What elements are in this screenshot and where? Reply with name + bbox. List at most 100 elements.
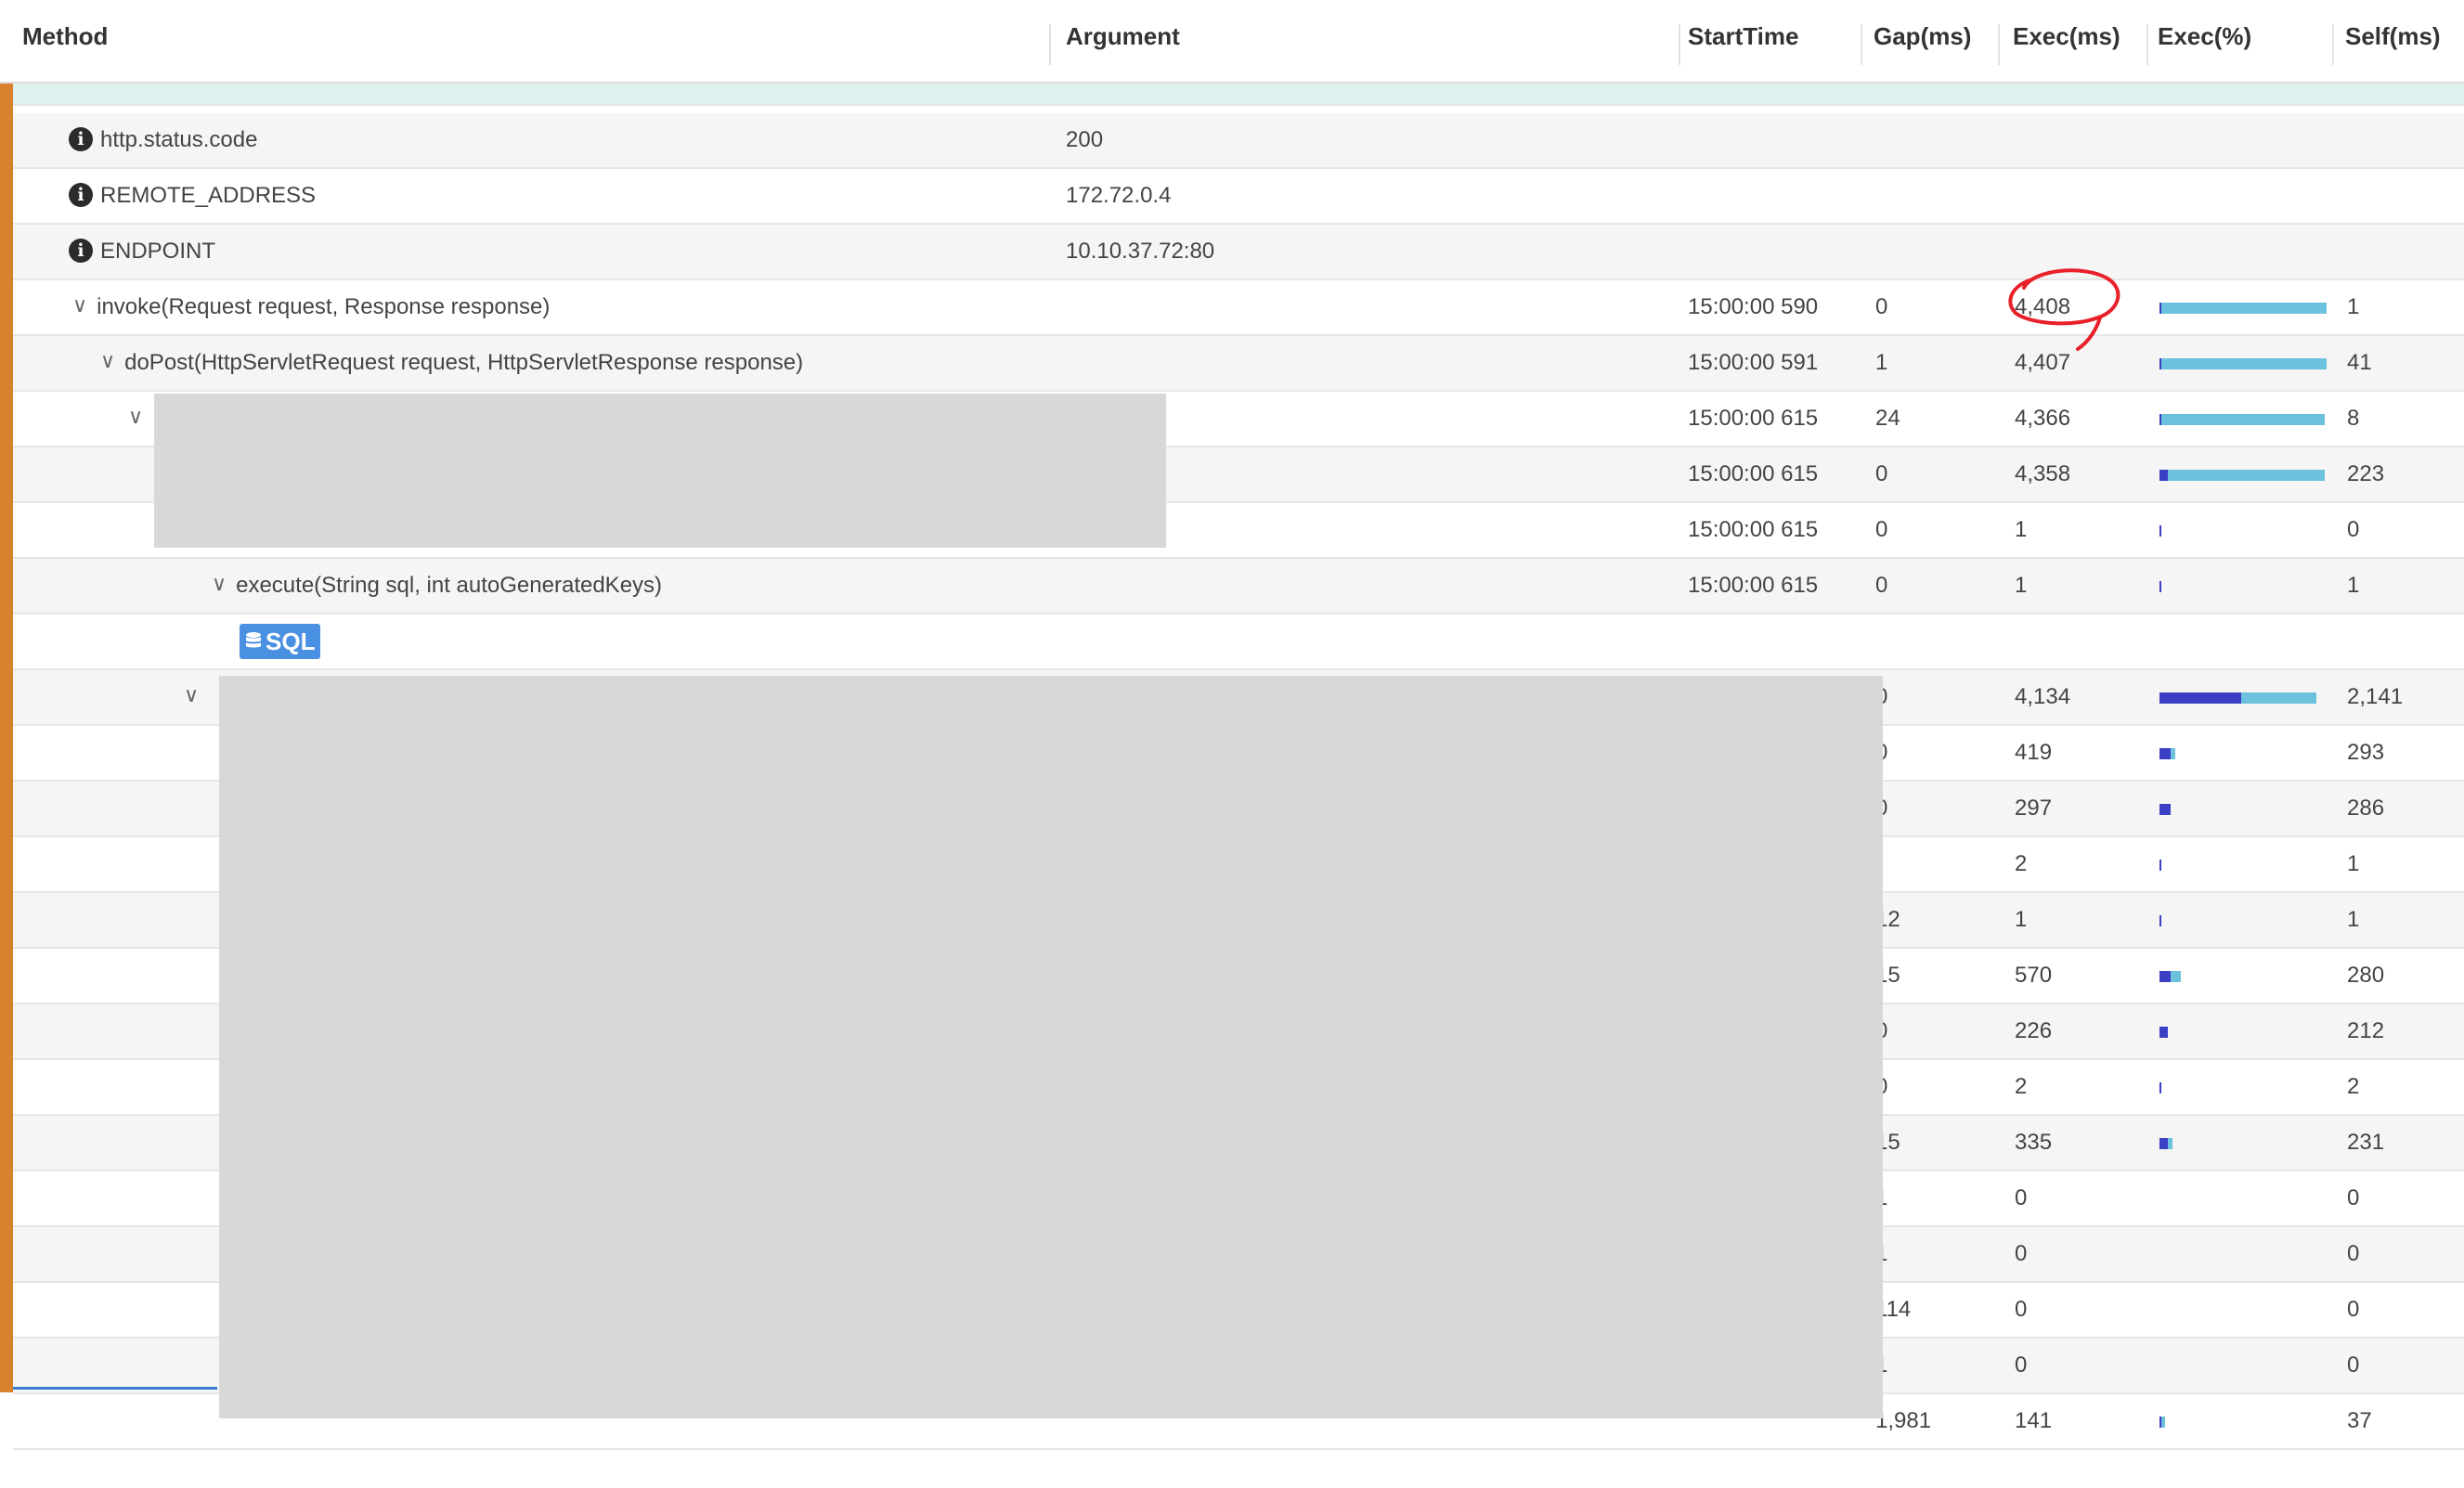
horizontal-scrollbar[interactable]: [13, 1387, 217, 1390]
starttime-cell: 15:00:00 615: [1688, 517, 1819, 542]
method-name: http.status.code: [100, 127, 258, 152]
method-cell: i REMOTE_ADDRESS: [69, 169, 1057, 223]
gap-cell: 0: [1875, 461, 1888, 486]
column-divider[interactable]: [2332, 24, 2334, 65]
exec-percent-bar: [2159, 1417, 2327, 1428]
gap-cell: 1: [1875, 1227, 2005, 1281]
exec-self-bar-fill: [2159, 915, 2161, 926]
gap-cell: 0: [1875, 573, 1888, 598]
self-ms-cell: [2347, 169, 2458, 223]
exec-percent-bar: [2159, 358, 2327, 369]
exec-ms-cell: 4,366: [2015, 406, 2071, 431]
exec-percent-bar: [2159, 303, 2327, 314]
argument-cell: [1066, 615, 1679, 668]
method-name: invoke(Request request, Response respons…: [97, 294, 551, 319]
exec-ms-cell: [2015, 615, 2154, 668]
self-ms-cell: 0: [2347, 1185, 2360, 1210]
sql-badge-button[interactable]: SQL: [240, 624, 321, 659]
database-icon: [246, 632, 261, 648]
method-cell: ∨ execute(String sql, int autoGeneratedKe…: [212, 559, 1057, 613]
exec-ms-cell: 4,358: [2015, 461, 2071, 486]
column-header-exec-pct[interactable]: Exec(%): [2158, 22, 2251, 51]
argument-cell: 10.10.37.72:80: [1066, 239, 1215, 264]
expand-chevron-icon[interactable]: ∨: [184, 670, 199, 722]
exec-percent-bar: [2159, 915, 2327, 926]
exec-ms-cell: 419: [2015, 740, 2053, 765]
column-header-starttime[interactable]: StartTime: [1688, 22, 1798, 51]
gap-cell: 0: [1875, 294, 1888, 319]
exec-ms-cell: 0: [2015, 1352, 2028, 1378]
exec-ms-cell: 1: [2015, 517, 2028, 542]
exec-ms-cell: 2: [2015, 851, 2028, 876]
exec-self-bar-fill: [2159, 1027, 2168, 1038]
argument-cell: 200: [1066, 127, 1104, 152]
gap-cell: [1875, 837, 2005, 891]
table-row[interactable]: i REMOTE_ADDRESS 172.72.0.4: [13, 169, 2464, 225]
column-divider[interactable]: [1861, 24, 1862, 65]
column-header-exec-ms[interactable]: Exec(ms): [2013, 22, 2120, 51]
column-header-gap[interactable]: Gap(ms): [1874, 22, 1971, 51]
exec-percent-bar: [2159, 1027, 2327, 1038]
column-header-method[interactable]: Method: [22, 22, 108, 51]
table-row[interactable]: ∨ execute(String sql, int autoGeneratedKe…: [13, 559, 2464, 615]
self-ms-cell: 41: [2347, 350, 2372, 375]
gap-cell: 1: [1875, 350, 1888, 375]
exec-self-bar-fill: [2159, 692, 2241, 704]
exec-ms-cell: 226: [2015, 1018, 2053, 1043]
column-header-argument[interactable]: Argument: [1066, 22, 1180, 51]
column-divider[interactable]: [1998, 24, 2000, 65]
method-cell: ∨ doPost(HttpServletRequest request, Http…: [100, 336, 1057, 390]
exec-self-bar-fill: [2159, 1138, 2168, 1149]
argument-cell: [1066, 559, 1679, 613]
column-divider[interactable]: [1049, 24, 1051, 65]
column-divider[interactable]: [1679, 24, 1680, 65]
exec-percent-bar: [2159, 692, 2327, 704]
table-row[interactable]: SQL: [13, 615, 2464, 670]
starttime-cell: [1688, 113, 1864, 167]
info-icon: i: [69, 126, 93, 151]
self-ms-cell: [2347, 113, 2458, 167]
exec-total-bar-fill: [2159, 414, 2325, 425]
gap-cell: 1: [1875, 1339, 2005, 1392]
exec-self-bar-fill: [2159, 303, 2161, 314]
self-ms-cell: [2347, 225, 2458, 278]
starttime-cell: 15:00:00 615: [1688, 573, 1819, 598]
starttime-cell: [1688, 225, 1864, 278]
starttime-cell: [1688, 169, 1864, 223]
exec-ms-cell: 0: [2015, 1185, 2028, 1210]
gap-cell: [1875, 615, 2005, 668]
self-ms-cell: 8: [2347, 406, 2360, 431]
gap-cell: [1875, 169, 2005, 223]
exec-percent-bar: [2159, 1082, 2327, 1093]
expand-chevron-icon[interactable]: ∨: [128, 392, 143, 444]
exec-self-bar-fill: [2159, 804, 2171, 815]
row-accent-bar: [0, 82, 13, 1392]
profiler-trace-table: Method Argument StartTime Gap(ms) Exec(m…: [0, 0, 2464, 1488]
self-ms-cell: 37: [2347, 1408, 2372, 1433]
self-ms-cell: 280: [2347, 963, 2385, 988]
exec-self-bar-fill: [2159, 860, 2161, 871]
self-ms-cell: 1: [2347, 294, 2360, 319]
expand-chevron-icon[interactable]: ∨: [72, 280, 87, 332]
gap-cell: [1875, 113, 2005, 167]
self-ms-cell: [2347, 615, 2458, 668]
method-cell: [240, 615, 1057, 668]
exec-total-bar-fill: [2159, 303, 2327, 314]
gap-cell: 0: [1875, 782, 2005, 835]
expand-chevron-icon[interactable]: ∨: [100, 336, 115, 388]
column-divider[interactable]: [2146, 24, 2148, 65]
starttime-cell: 15:00:00 615: [1688, 461, 1819, 486]
column-header-self-ms[interactable]: Self(ms): [2345, 22, 2441, 51]
expand-chevron-icon[interactable]: ∨: [212, 559, 227, 611]
table-row[interactable]: i http.status.code 200: [13, 113, 2464, 169]
self-ms-cell: 1: [2347, 851, 2360, 876]
exec-percent-bar: [2159, 470, 2327, 481]
gap-cell: 0: [1875, 1060, 2005, 1114]
exec-ms-cell: 1: [2015, 907, 2028, 932]
self-ms-cell: 2: [2347, 1074, 2360, 1099]
exec-percent-bar: [2159, 414, 2327, 425]
exec-ms-cell: 4,134: [2015, 684, 2071, 709]
exec-self-bar-fill: [2159, 470, 2168, 481]
exec-percent-bar: [2159, 971, 2327, 982]
exec-ms-cell: 1: [2015, 573, 2028, 598]
